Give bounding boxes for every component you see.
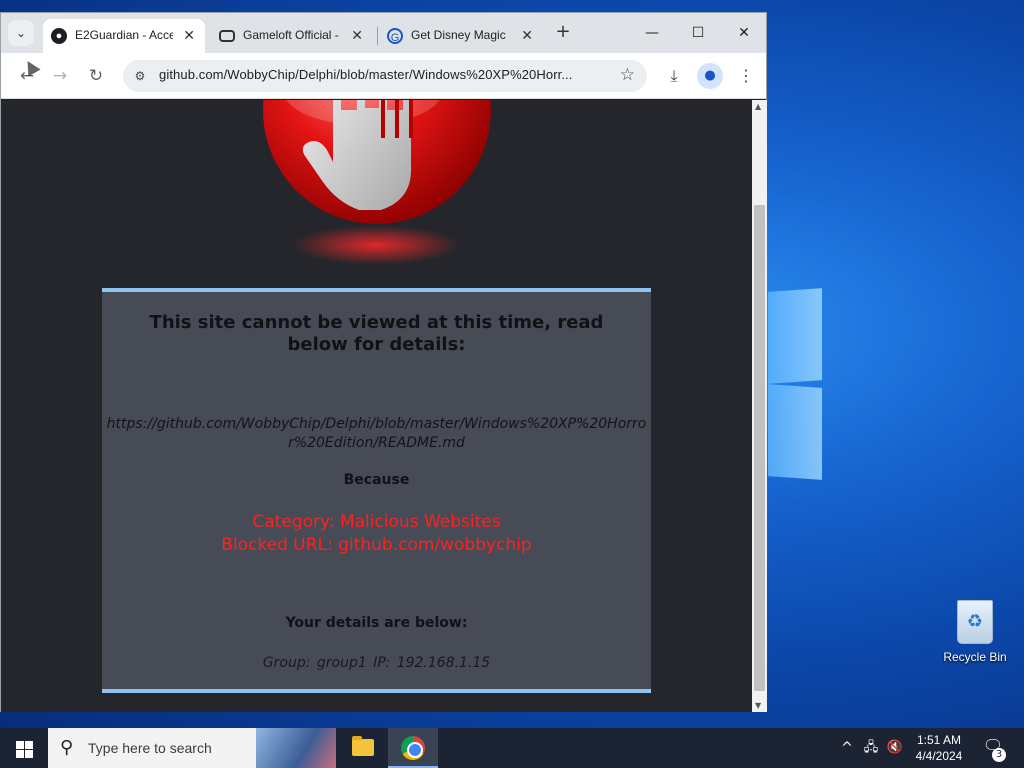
block-heading: This site cannot be viewed at this time,…: [149, 312, 604, 355]
profile-avatar[interactable]: ●: [697, 63, 723, 89]
disney-icon: G: [387, 28, 403, 44]
tab-search-button[interactable]: ⌄: [8, 20, 34, 46]
tab-gameloft[interactable]: Gameloft Official - ✕: [211, 19, 373, 53]
tab-e2guardian[interactable]: ● E2Guardian - Acce ✕: [43, 19, 205, 53]
user-details: Group: group1 IP: 192.168.1.15: [262, 655, 491, 671]
search-icon: ⚲: [60, 737, 74, 758]
maximize-button[interactable]: ☐: [675, 21, 721, 45]
details-heading: Your details are below:: [285, 615, 468, 631]
close-window-button[interactable]: ✕: [721, 21, 767, 45]
url-text[interactable]: github.com/WobbyChip/Delphi/blob/master/…: [159, 67, 607, 82]
clock-date: 4/4/2024: [915, 749, 963, 763]
reload-button[interactable]: ↻: [82, 62, 110, 90]
browser-toolbar: ← → ↻ ⚙ github.com/WobbyChip/Delphi/blob…: [1, 53, 766, 99]
forward-button[interactable]: →: [46, 62, 74, 90]
recycle-bin-label: Recycle Bin: [943, 650, 1007, 664]
tab-strip: ⌄ ● E2Guardian - Acce ✕ Gameloft Officia…: [1, 13, 766, 53]
volume-muted-icon[interactable]: 🔇: [884, 728, 906, 768]
scroll-thumb[interactable]: [754, 205, 765, 691]
taskbar: ⚲ Type here to search ^ 🖧 🔇 1:51 AM 4/4/…: [0, 728, 1024, 768]
folder-icon: [352, 736, 374, 756]
stop-hand-icon: [263, 100, 491, 224]
close-icon[interactable]: ✕: [351, 27, 363, 44]
because-label: Because: [343, 472, 410, 488]
blocked-url-reason: Blocked URL: github.com/wobbychip: [221, 535, 532, 555]
tab-separator: [377, 27, 378, 45]
gameloft-icon: [219, 30, 235, 42]
windows-logo-wallpaper: [768, 288, 824, 480]
browser-window: ⌄ ● E2Guardian - Acce ✕ Gameloft Officia…: [0, 12, 767, 712]
vertical-scrollbar[interactable]: ▲ ▼: [752, 100, 767, 712]
page-viewport: This site cannot be viewed at this time,…: [1, 100, 752, 712]
scroll-up-icon[interactable]: ▲: [755, 102, 761, 111]
close-icon[interactable]: ✕: [521, 27, 533, 44]
tab-title: Get Disney Magic: [411, 28, 506, 42]
notification-badge: 3: [992, 748, 1006, 762]
chevron-down-icon: ⌄: [15, 26, 27, 40]
block-notice-panel: This site cannot be viewed at this time,…: [102, 288, 651, 693]
new-tab-button[interactable]: +: [553, 23, 573, 43]
system-clock[interactable]: 1:51 AM 4/4/2024: [906, 732, 972, 764]
bookmark-star-icon[interactable]: ☆: [620, 65, 635, 85]
show-hidden-icons-chevron-icon[interactable]: ^: [838, 728, 856, 768]
menu-kebab-icon[interactable]: ⋮: [733, 63, 759, 89]
scroll-down-icon[interactable]: ▼: [755, 701, 761, 710]
category-text: Category: Malicious Websites: [252, 512, 501, 532]
tab-title: E2Guardian - Acce: [75, 28, 173, 42]
search-placeholder: Type here to search: [88, 740, 212, 756]
action-center-button[interactable]: 🗨 3: [978, 736, 1008, 762]
recycle-bin[interactable]: Recycle Bin: [938, 600, 1012, 664]
block-reason: Category: Malicious Websites Blocked URL…: [102, 511, 651, 557]
close-icon[interactable]: ✕: [183, 27, 195, 44]
file-explorer-taskbar-button[interactable]: [338, 728, 388, 768]
start-button[interactable]: [0, 728, 48, 768]
address-bar[interactable]: ⚙ github.com/WobbyChip/Delphi/blob/maste…: [123, 60, 647, 92]
github-icon: ●: [51, 28, 67, 44]
search-highlight-art: [256, 728, 336, 768]
tab-disney-magic[interactable]: G Get Disney Magic ✕: [379, 19, 543, 53]
chrome-taskbar-button[interactable]: [388, 728, 438, 768]
site-info-icon[interactable]: ⚙: [131, 67, 149, 85]
chrome-icon: [401, 736, 425, 760]
download-icon[interactable]: ⤓: [661, 63, 687, 89]
taskbar-search-box[interactable]: ⚲ Type here to search: [48, 728, 336, 768]
network-icon[interactable]: 🖧: [860, 728, 882, 768]
tab-title: Gameloft Official -: [243, 28, 339, 42]
blocked-url-text: https://github.com/WobbyChip/Delphi/blob…: [106, 416, 647, 451]
clock-time: 1:51 AM: [916, 733, 962, 747]
recycle-bin-icon: [957, 600, 993, 644]
minimize-button[interactable]: —: [629, 21, 675, 45]
